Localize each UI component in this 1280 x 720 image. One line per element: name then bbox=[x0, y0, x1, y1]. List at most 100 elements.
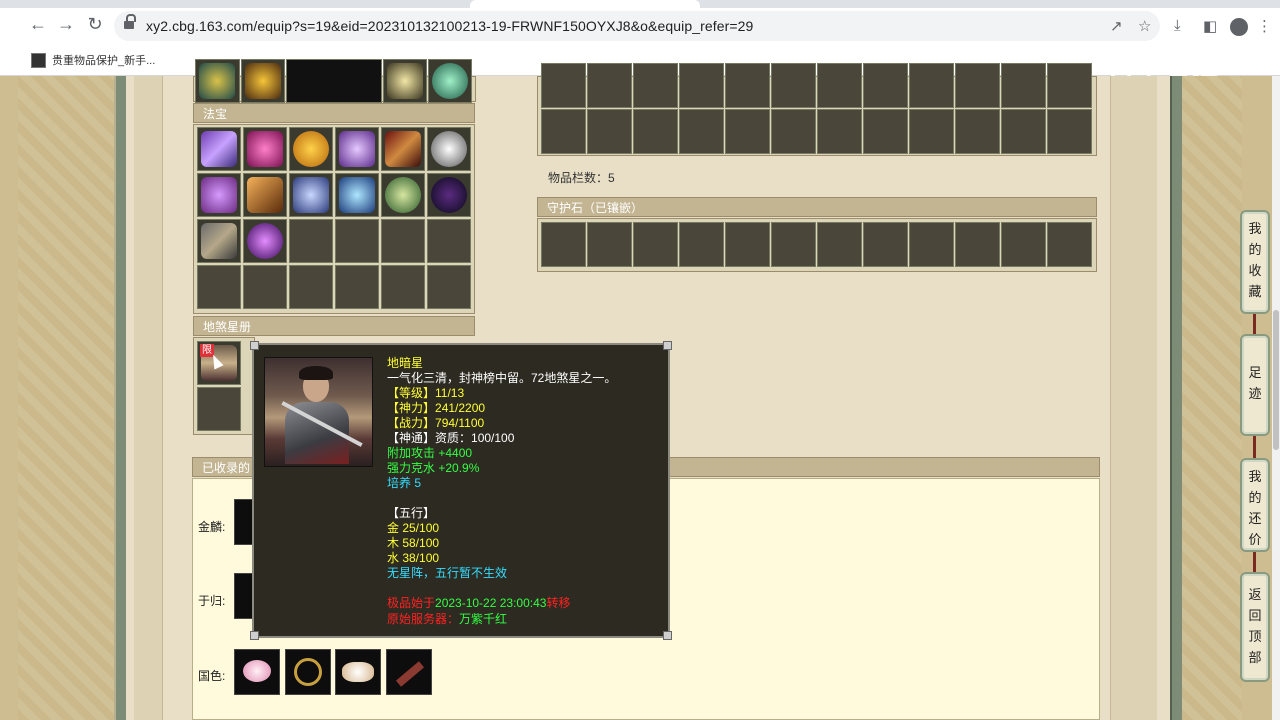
inventory-slot[interactable] bbox=[725, 109, 770, 154]
inventory-slot[interactable] bbox=[863, 63, 908, 108]
fabao-slot[interactable] bbox=[381, 265, 425, 309]
equip-slot[interactable] bbox=[241, 59, 285, 103]
bookmark-item[interactable]: 贵重物品保护_新手... bbox=[52, 52, 155, 68]
guard-stone-slot[interactable] bbox=[863, 222, 908, 267]
equip-strip bbox=[193, 59, 476, 103]
fabao-slot[interactable] bbox=[243, 265, 287, 309]
equip-slot[interactable] bbox=[286, 59, 382, 103]
inventory-slot[interactable] bbox=[955, 63, 1000, 108]
footprint-button[interactable]: 足迹 bbox=[1240, 334, 1270, 436]
inventory-slot[interactable] bbox=[955, 109, 1000, 154]
fabao-slot[interactable] bbox=[427, 265, 471, 309]
inventory-slot[interactable] bbox=[679, 109, 724, 154]
reload-icon[interactable]: ↻ bbox=[85, 14, 105, 34]
guose-thumb[interactable] bbox=[335, 649, 381, 695]
tooltip-shentong: 【神通】资质：100/100 bbox=[387, 431, 515, 445]
inventory-slot[interactable] bbox=[863, 109, 908, 154]
inventory-slot[interactable] bbox=[587, 109, 632, 154]
inventory-slot[interactable] bbox=[817, 109, 862, 154]
fabao-slot[interactable] bbox=[197, 127, 241, 171]
address-bar[interactable]: xy2.cbg.163.com/equip?s=19&eid=202310132… bbox=[114, 11, 1160, 41]
fabao-slot[interactable] bbox=[381, 219, 425, 263]
equip-slot[interactable] bbox=[428, 59, 472, 103]
fabao-slot[interactable] bbox=[381, 127, 425, 171]
inventory-slot[interactable] bbox=[909, 63, 954, 108]
guard-stone-slot[interactable] bbox=[955, 222, 1000, 267]
guard-stone-slot[interactable] bbox=[541, 222, 586, 267]
equip-slot[interactable] bbox=[195, 59, 240, 103]
inventory-slot[interactable] bbox=[679, 63, 724, 108]
inventory-slot[interactable] bbox=[1001, 63, 1046, 108]
inventory-slot[interactable] bbox=[725, 63, 770, 108]
fabao-slot[interactable] bbox=[197, 265, 241, 309]
active-tab[interactable] bbox=[470, 0, 700, 8]
fabao-slot[interactable] bbox=[289, 127, 333, 171]
side-menu-char: 的 bbox=[1248, 242, 1262, 257]
guose-thumb[interactable] bbox=[234, 649, 280, 695]
fabao-slot[interactable] bbox=[197, 173, 241, 217]
guard-stone-slot[interactable] bbox=[771, 222, 816, 267]
fabao-slot[interactable] bbox=[427, 219, 471, 263]
back-to-top-button[interactable]: 返回顶部 bbox=[1240, 572, 1270, 682]
guose-thumb[interactable] bbox=[386, 649, 432, 695]
fabao-slot[interactable] bbox=[335, 127, 379, 171]
guard-stone-slot[interactable] bbox=[1047, 222, 1092, 267]
tooltip-water: 水 38/100 bbox=[387, 551, 440, 565]
side-menu-char: 我 bbox=[1248, 221, 1262, 236]
inventory-slot[interactable] bbox=[633, 63, 678, 108]
fabao-slot[interactable] bbox=[243, 219, 287, 263]
guard-stone-slot[interactable] bbox=[1001, 222, 1046, 267]
fabao-slot[interactable] bbox=[289, 219, 333, 263]
fabao-slot[interactable] bbox=[289, 173, 333, 217]
item-count: 物品栏数：5 bbox=[548, 171, 615, 185]
inventory-slot[interactable] bbox=[909, 109, 954, 154]
fabao-slot[interactable] bbox=[335, 219, 379, 263]
fabao-slot[interactable] bbox=[335, 265, 379, 309]
share-icon[interactable]: ↗ bbox=[1110, 17, 1123, 35]
guose-thumb[interactable] bbox=[285, 649, 331, 695]
download-icon[interactable]: ⤓ bbox=[1174, 17, 1181, 34]
guard-stone-slot[interactable] bbox=[633, 222, 678, 267]
guard-stone-slot[interactable] bbox=[909, 222, 954, 267]
fabao-slot[interactable] bbox=[243, 173, 287, 217]
profile-icon[interactable] bbox=[1230, 18, 1248, 36]
equip-slot[interactable] bbox=[383, 59, 427, 103]
fabao-slot[interactable] bbox=[197, 219, 241, 263]
disha-slot[interactable] bbox=[197, 387, 241, 431]
fabao-slot[interactable] bbox=[289, 265, 333, 309]
side-panel-icon[interactable]: ◧ bbox=[1203, 17, 1217, 35]
inventory-slot[interactable] bbox=[771, 63, 816, 108]
inventory-slot[interactable] bbox=[541, 109, 586, 154]
guard-stone-slot[interactable] bbox=[817, 222, 862, 267]
fabao-slot[interactable] bbox=[335, 173, 379, 217]
forward-icon[interactable]: → bbox=[56, 14, 76, 34]
fabao-slot[interactable] bbox=[427, 173, 471, 217]
scrollbar-thumb[interactable] bbox=[1273, 310, 1279, 450]
row-label-guose: 国色: bbox=[198, 669, 226, 683]
my-favorites-button[interactable]: 我的收藏 bbox=[1240, 210, 1270, 314]
tooltip-no-array: 无星阵，五行暂不生效 bbox=[387, 566, 508, 580]
my-offers-button[interactable]: 我的还价 bbox=[1240, 458, 1270, 552]
guard-stone-slot[interactable] bbox=[587, 222, 632, 267]
inventory-slot[interactable] bbox=[771, 109, 816, 154]
lock-icon[interactable] bbox=[124, 14, 136, 30]
guard-stone-slot[interactable] bbox=[725, 222, 770, 267]
inventory-slot[interactable] bbox=[1047, 109, 1092, 154]
fabao-grid bbox=[193, 124, 475, 314]
inventory-slot[interactable] bbox=[587, 63, 632, 108]
inventory-slot[interactable] bbox=[541, 63, 586, 108]
inventory-slot[interactable] bbox=[1001, 109, 1046, 154]
url-text[interactable]: xy2.cbg.163.com/equip?s=19&eid=202310132… bbox=[146, 18, 753, 34]
inventory-slot[interactable] bbox=[817, 63, 862, 108]
inventory-slot[interactable] bbox=[1047, 63, 1092, 108]
star-icon[interactable]: ☆ bbox=[1138, 17, 1151, 35]
guard-stone-slot[interactable] bbox=[679, 222, 724, 267]
tooltip-origin-server: 原始服务器：万紫千红 bbox=[387, 612, 508, 626]
fabao-slot[interactable] bbox=[243, 127, 287, 171]
left-gutter bbox=[134, 76, 163, 720]
back-icon[interactable]: ← bbox=[28, 14, 48, 34]
menu-kebab-icon[interactable]: ⋮ bbox=[1257, 17, 1272, 35]
fabao-slot[interactable] bbox=[381, 173, 425, 217]
inventory-slot[interactable] bbox=[633, 109, 678, 154]
fabao-slot[interactable] bbox=[427, 127, 471, 171]
